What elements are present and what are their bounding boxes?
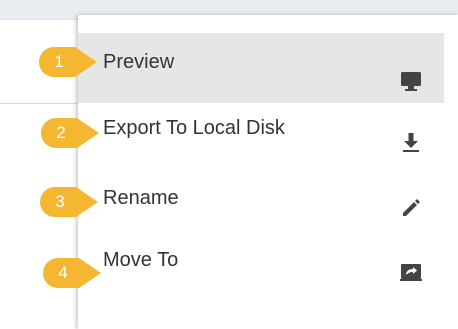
menu-item-move-to[interactable]: Move To — [78, 240, 444, 310]
download-icon — [400, 131, 422, 153]
menu-item-label: Rename — [103, 186, 179, 209]
menu-item-label: Move To — [103, 248, 179, 271]
background-divider — [0, 103, 80, 104]
menu-item-label: Export To Local Disk — [103, 116, 285, 139]
step-number: 4 — [58, 263, 68, 282]
step-marker: 4 — [43, 258, 101, 288]
screenshot-scene: Preview Export To Local Disk Rename Move… — [0, 0, 458, 329]
step-marker: 2 — [41, 118, 99, 148]
menu-item-label: Preview — [103, 50, 175, 73]
menu-item-export-to-local-disk[interactable]: Export To Local Disk — [78, 100, 444, 170]
monitor-icon — [400, 70, 422, 92]
step-marker: 3 — [40, 187, 98, 217]
step-number: 3 — [55, 192, 65, 211]
pencil-icon — [400, 197, 422, 219]
step-marker: 1 — [39, 47, 97, 77]
step-number: 1 — [54, 52, 64, 71]
step-number: 2 — [56, 123, 66, 142]
move-to-icon — [400, 261, 422, 283]
context-menu: Preview Export To Local Disk Rename Move… — [78, 15, 458, 329]
